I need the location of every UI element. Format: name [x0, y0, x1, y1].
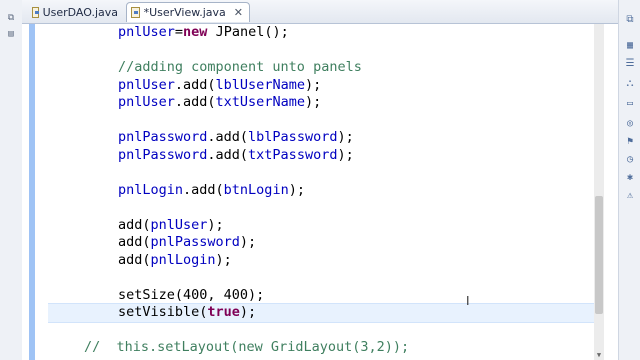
scroll-down-arrow-icon[interactable]: ▼	[594, 350, 604, 360]
code-token: );	[207, 216, 224, 233]
tab-userview[interactable]: *UserView.java ✕	[126, 2, 250, 22]
code-token: );	[239, 304, 257, 320]
code-line[interactable]: add(pnlPassword);	[48, 234, 596, 252]
problems-icon[interactable]: ⚠	[623, 188, 637, 202]
current-code-line[interactable]: setVisible(true);	[48, 303, 596, 323]
code-token: pnlLogin	[118, 181, 184, 198]
code-token: );	[337, 129, 354, 145]
code-line[interactable]: pnlUser=new JPanel();	[48, 24, 596, 42]
code-token: pnlLogin	[150, 251, 216, 268]
code-editor[interactable]: pnlUser=new JPanel();//adding component …	[22, 24, 618, 360]
code-token: );	[304, 76, 322, 93]
code-token: =	[174, 24, 184, 40]
code-token: pnlPassword	[150, 234, 240, 250]
code-token: add(	[118, 234, 151, 250]
close-icon[interactable]: ✕	[234, 6, 243, 19]
text-cursor-icon: I	[466, 294, 470, 308]
restore-icon[interactable]: ⧉	[4, 12, 18, 24]
scroll-thumb[interactable]	[595, 196, 603, 314]
right-trim-bar: ⧉ ▦ ☰ ⛬ ▭ ◎ ⚑ ◷ ✱ ⚠	[618, 0, 640, 360]
bookmarks-icon[interactable]: ⚑	[623, 134, 637, 148]
tab-userdao[interactable]: UserDAO.java	[28, 2, 124, 22]
code-token: btnLogin	[223, 181, 289, 198]
code-token: );	[288, 181, 305, 198]
code-token: );	[215, 251, 232, 268]
code-line[interactable]: //adding component unto panels	[48, 59, 596, 77]
code-line[interactable]: pnlUser.add(lblUserName);	[48, 77, 596, 95]
editor-tab-bar: UserDAO.java *UserView.java ✕	[22, 0, 618, 24]
code-token: setSize(400, 400);	[118, 286, 265, 303]
code-token: true	[207, 304, 240, 320]
code-token: lblUserName	[215, 76, 305, 93]
code-token: );	[239, 234, 257, 250]
left-trim-bar: ⧉ ▤	[0, 0, 23, 360]
code-token: pnlUser	[150, 216, 208, 233]
code-line[interactable]	[48, 42, 596, 60]
outline-icon[interactable]: ▦	[623, 38, 637, 52]
code-token: .add(	[174, 76, 216, 93]
code-token: add(	[118, 216, 151, 233]
tab-label: *UserView.java	[143, 6, 226, 19]
code-token: // this.setLayout(new GridLayout(3,2));	[84, 339, 410, 355]
search-icon[interactable]: ◎	[623, 116, 637, 130]
code-text-area[interactable]: pnlUser=new JPanel();//adding component …	[48, 24, 596, 360]
code-token: add(	[118, 251, 151, 268]
history-icon[interactable]: ◷	[623, 152, 637, 166]
code-token: //adding component unto panels	[118, 59, 362, 75]
code-token: .add(	[207, 129, 249, 145]
code-token: pnlUser	[118, 24, 175, 40]
java-file-icon	[32, 6, 39, 18]
code-line[interactable]: pnlLogin.add(btnLogin);	[48, 182, 596, 200]
code-line[interactable]	[48, 164, 596, 182]
code-line[interactable]: pnlPassword.add(txtPassword);	[48, 147, 596, 165]
code-token: txtUserName	[215, 94, 305, 110]
tab-label: UserDAO.java	[42, 5, 118, 19]
code-token: .add(	[174, 94, 216, 110]
console-icon[interactable]: ▭	[623, 96, 637, 110]
quick-diff-bar	[29, 24, 35, 360]
code-line[interactable]	[48, 269, 596, 287]
task-icon[interactable]: ☰	[623, 56, 637, 70]
debug-icon[interactable]: ✱	[623, 170, 637, 184]
code-token: .add(	[207, 146, 249, 163]
code-token: );	[337, 146, 354, 163]
code-line[interactable]	[48, 199, 596, 217]
vertical-scrollbar[interactable]: ▼	[594, 24, 604, 360]
code-line[interactable]: // this.setLayout(new GridLayout(3,2));	[48, 339, 596, 357]
code-token: pnlUser	[118, 94, 175, 110]
code-token: new	[183, 24, 208, 40]
code-line[interactable]: pnlUser.add(txtUserName);	[48, 94, 596, 112]
code-token: );	[304, 94, 322, 110]
code-token: setVisible(	[118, 304, 208, 320]
code-line[interactable]: setSize(400, 400);	[48, 287, 596, 305]
code-line[interactable]	[48, 112, 596, 130]
minimize-icon[interactable]: ⧉	[623, 12, 637, 26]
code-token: lblPassword	[248, 129, 338, 145]
pin-icon[interactable]: ▤	[4, 28, 18, 40]
code-token: .add(	[183, 181, 224, 198]
code-token: pnlPassword	[118, 129, 208, 145]
code-line[interactable]: add(pnlUser);	[48, 217, 596, 235]
editor-gutter	[22, 24, 40, 360]
code-token: txtPassword	[248, 146, 338, 163]
code-line[interactable]	[48, 322, 596, 340]
code-token: pnlUser	[118, 76, 175, 93]
code-token: JPanel();	[207, 24, 289, 40]
code-line[interactable]: add(pnlLogin);	[48, 252, 596, 270]
code-token: pnlPassword	[118, 146, 208, 163]
java-file-icon	[131, 7, 140, 18]
code-line[interactable]: pnlPassword.add(lblPassword);	[48, 129, 596, 147]
hierarchy-icon[interactable]: ⛬	[623, 76, 637, 90]
